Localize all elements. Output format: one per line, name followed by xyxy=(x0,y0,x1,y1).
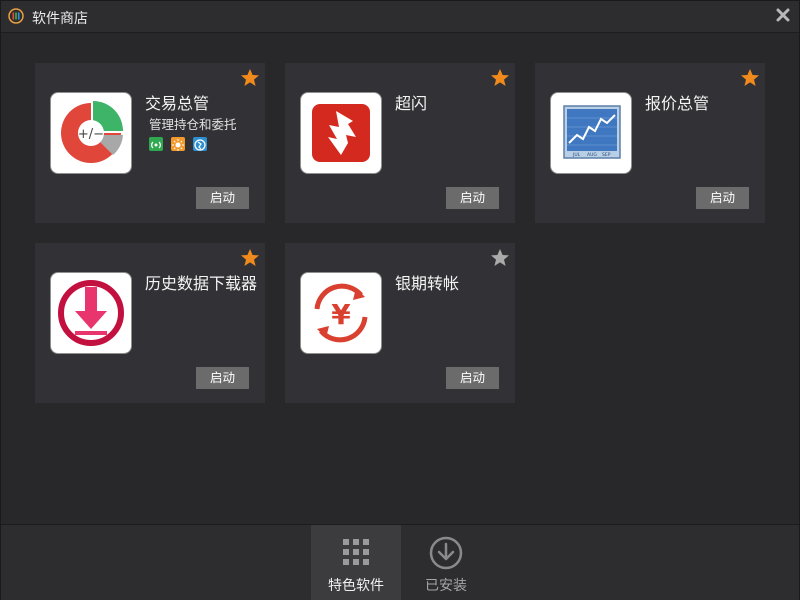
stock-chart-icon: JUL AUG SEP xyxy=(563,105,621,159)
tab-label: 特色软件 xyxy=(328,578,384,594)
bottom-tab-bar: 特色软件 已安装 xyxy=(1,524,799,600)
app-grid: +/− 交易总管 管理持仓和委托 启动 超闪 启动 JUL AUG SEP 报价… xyxy=(1,33,799,523)
app-description: 管理持仓和委托 xyxy=(149,117,237,132)
svg-text:AUG: AUG xyxy=(587,152,597,158)
flash-download-icon xyxy=(312,104,370,162)
app-name: 超闪 xyxy=(395,94,428,113)
favorite-star-icon[interactable] xyxy=(240,68,260,88)
app-card-flash[interactable]: 超闪 启动 xyxy=(285,63,515,223)
grid-icon xyxy=(343,539,369,565)
feature-badges xyxy=(149,137,210,153)
app-icon-box: +/− xyxy=(50,92,132,174)
app-name: 银期转帐 xyxy=(395,274,460,293)
app-icon-box xyxy=(50,272,132,354)
yen-transfer-icon: ¥ xyxy=(314,283,368,343)
tab-featured-software[interactable]: 特色软件 xyxy=(311,525,401,600)
app-icon-box xyxy=(300,92,382,174)
launch-button[interactable]: 启动 xyxy=(446,187,499,209)
svg-text:JUL: JUL xyxy=(572,152,581,158)
launch-button[interactable]: 启动 xyxy=(196,187,249,209)
sun-badge-icon xyxy=(171,137,186,151)
app-icon-box: ¥ xyxy=(300,272,382,354)
svg-text:+/−: +/− xyxy=(78,127,104,142)
app-card-quote-manager[interactable]: JUL AUG SEP 报价总管 启动 xyxy=(535,63,765,223)
app-name: 报价总管 xyxy=(645,94,710,113)
favorite-star-icon[interactable] xyxy=(490,248,510,268)
app-icon-box: JUL AUG SEP xyxy=(550,92,632,174)
svg-text:¥: ¥ xyxy=(331,298,351,331)
close-icon[interactable] xyxy=(775,7,791,23)
app-name: 历史数据下载器 xyxy=(145,274,258,293)
window-title: 软件商店 xyxy=(32,11,88,27)
app-card-history-downloader[interactable]: 历史数据下载器 启动 xyxy=(35,243,265,403)
tab-label: 已安装 xyxy=(425,578,467,594)
app-name: 交易总管 xyxy=(145,94,210,113)
title-bar: 软件商店 xyxy=(1,1,799,33)
favorite-star-icon[interactable] xyxy=(490,68,510,88)
launch-button[interactable]: 启动 xyxy=(446,367,499,389)
globe-badge-icon xyxy=(193,137,208,151)
favorite-star-icon[interactable] xyxy=(240,248,260,268)
launch-button[interactable]: 启动 xyxy=(196,367,249,389)
app-card-bank-futures-transfer[interactable]: ¥ 银期转帐 启动 xyxy=(285,243,515,403)
app-window: 软件商店 +/− 交易总管 管理持仓和委托 启动 超闪 启动 JUL AUG S… xyxy=(0,0,800,600)
download-circle-icon xyxy=(58,280,124,346)
pie-chart-icon: +/− xyxy=(61,101,123,163)
launch-button[interactable]: 启动 xyxy=(696,187,749,209)
download-circle-icon xyxy=(429,536,463,570)
tab-installed[interactable]: 已安装 xyxy=(401,525,491,600)
favorite-star-icon[interactable] xyxy=(740,68,760,88)
svg-text:SEP: SEP xyxy=(602,152,611,158)
signal-badge-icon xyxy=(149,137,163,151)
app-logo-icon xyxy=(8,8,24,24)
app-card-trade-manager[interactable]: +/− 交易总管 管理持仓和委托 启动 xyxy=(35,63,265,223)
